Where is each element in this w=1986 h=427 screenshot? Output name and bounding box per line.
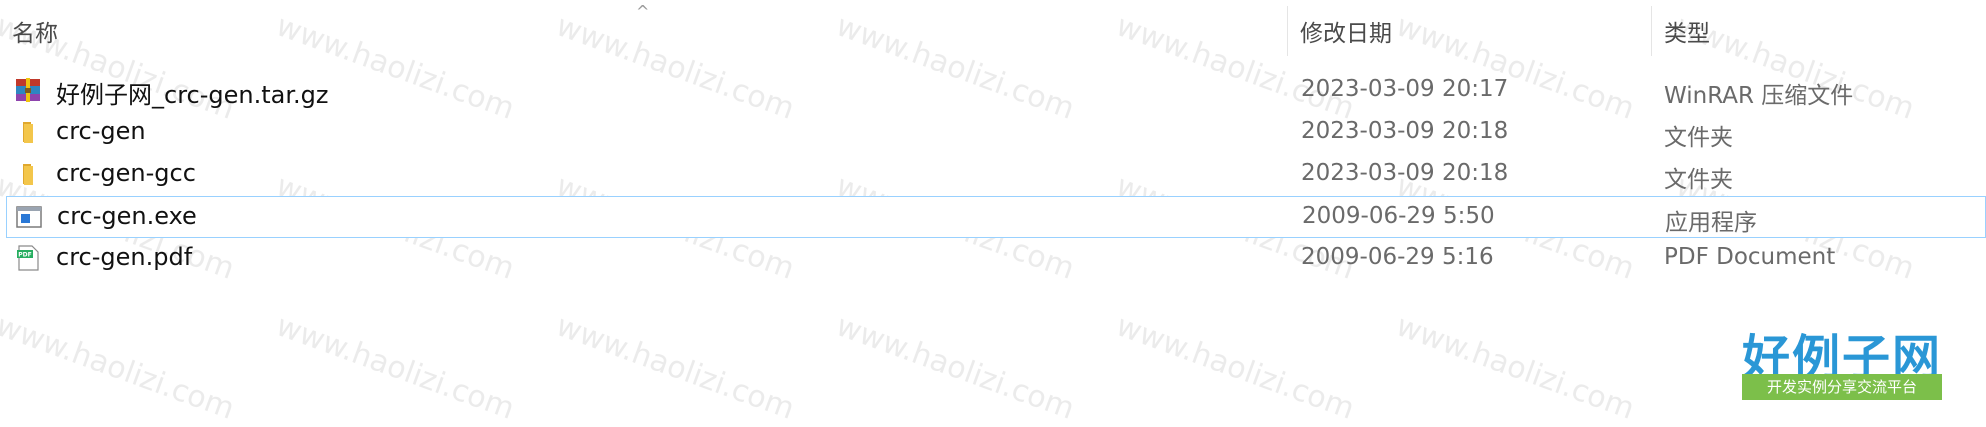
file-modified-date: 2023-03-09 20:18	[1301, 118, 1509, 144]
file-type: 应用程序	[1665, 210, 1757, 236]
folder-icon	[23, 164, 33, 185]
file-row[interactable]: PDF crc-gen.pdf 2009-06-29 5:16 PDF Docu…	[6, 238, 1986, 278]
watermark-text: www.haolizi.com	[551, 308, 799, 427]
svg-text:PDF: PDF	[18, 252, 31, 259]
watermark-text: www.haolizi.com	[831, 308, 1079, 427]
watermark-text: www.haolizi.com	[0, 308, 239, 427]
site-logo: 好例子网 开发实例分享交流平台	[1742, 318, 1942, 402]
file-modified-date: 2009-06-29 5:16	[1301, 244, 1494, 270]
column-divider[interactable]	[1651, 6, 1652, 56]
winrar-archive-icon	[16, 78, 40, 102]
file-name: crc-gen	[56, 117, 146, 145]
file-type: 文件夹	[1664, 167, 1733, 193]
watermark-text: www.haolizi.com	[271, 308, 519, 427]
folder-icon	[23, 122, 33, 143]
logo-subtitle: 开发实例分享交流平台	[1742, 374, 1942, 400]
file-row[interactable]: crc-gen-gcc 2023-03-09 20:18 文件夹	[6, 154, 1986, 194]
file-row[interactable]: 好例子网_crc-gen.tar.gz 2023-03-09 20:17 Win…	[6, 70, 1986, 110]
file-name: crc-gen.pdf	[56, 243, 193, 271]
file-type: 文件夹	[1664, 125, 1733, 151]
file-row-selected[interactable]: crc-gen.exe 2009-06-29 5:50 应用程序	[6, 196, 1986, 238]
file-name: crc-gen-gcc	[56, 159, 196, 187]
file-modified-date: 2023-03-09 20:18	[1301, 160, 1509, 186]
file-type: PDF Document	[1664, 244, 1836, 270]
watermark-text: www.haolizi.com	[1111, 308, 1359, 427]
column-header-type[interactable]: 类型	[1664, 14, 1710, 48]
file-row[interactable]: crc-gen 2023-03-09 20:18 文件夹	[6, 112, 1986, 152]
file-name: 好例子网_crc-gen.tar.gz	[56, 81, 329, 109]
watermark-text: www.haolizi.com	[1391, 308, 1639, 427]
exe-icon	[16, 206, 42, 228]
file-modified-date: 2023-03-09 20:17	[1301, 76, 1509, 102]
column-header-name[interactable]: 名称	[12, 14, 58, 48]
column-divider[interactable]	[1287, 6, 1288, 56]
file-type: WinRAR 压缩文件	[1664, 83, 1854, 109]
column-header-modified[interactable]: 修改日期	[1300, 14, 1392, 48]
file-modified-date: 2009-06-29 5:50	[1302, 203, 1495, 229]
pdf-icon: PDF	[17, 245, 39, 271]
column-header: ^ 名称 修改日期 类型	[0, 0, 1986, 62]
sort-ascending-icon: ^	[636, 2, 650, 21]
file-name: crc-gen.exe	[57, 202, 197, 230]
